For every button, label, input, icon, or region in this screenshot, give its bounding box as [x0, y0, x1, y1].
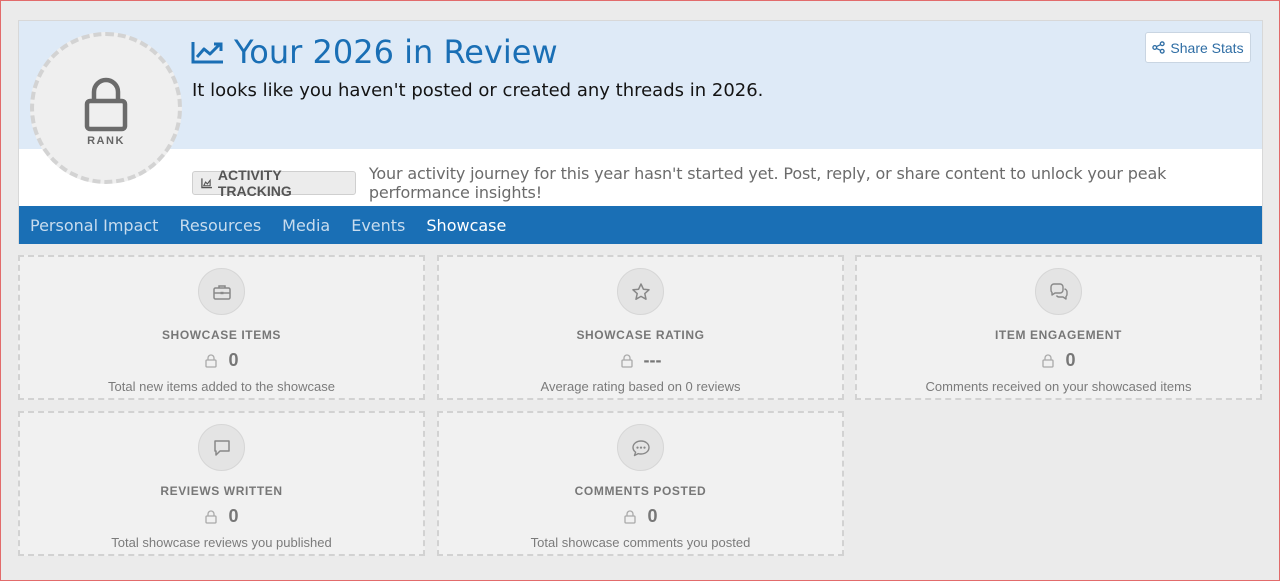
stat-card-item-engagement: ITEM ENGAGEMENT 0 Comments received on y…: [855, 255, 1262, 400]
tab-personal-impact[interactable]: Personal Impact: [30, 216, 158, 235]
lock-icon: [84, 77, 128, 132]
stat-card-reviews-written: REVIEWS WRITTEN 0 Total showcase reviews…: [18, 411, 425, 556]
activity-tracking-row: ACTIVITY TRACKING Your activity journey …: [192, 164, 1262, 202]
stat-card-showcase-rating: SHOWCASE RATING --- Average rating based…: [437, 255, 844, 400]
activity-tracking-badge: ACTIVITY TRACKING: [192, 167, 356, 199]
stat-value: 0: [647, 506, 658, 526]
stat-description: Total showcase comments you posted: [530, 535, 751, 550]
activity-tracking-label: ACTIVITY TRACKING: [217, 167, 292, 199]
stat-card-comments-posted: COMMENTS POSTED 0 Total showcase comment…: [437, 411, 844, 556]
tab-events[interactable]: Events: [351, 216, 405, 235]
stat-label: SHOWCASE RATING: [576, 328, 705, 342]
lock-icon: [205, 353, 218, 368]
share-icon: [1152, 41, 1166, 54]
stat-value-row: ---: [620, 350, 662, 371]
lock-icon: [205, 509, 218, 524]
stat-icon-circle: [198, 424, 245, 471]
review-hero: Your 2026 in Review It looks like you ha…: [19, 21, 1262, 149]
stat-icon-circle: [1035, 268, 1082, 315]
tab-resources[interactable]: Resources: [179, 216, 261, 235]
stat-card-showcase-items: SHOWCASE ITEMS 0 Total new items added t…: [18, 255, 425, 400]
stat-value: ---: [643, 350, 662, 370]
comment-dots-icon: [631, 439, 650, 456]
briefcase-icon: [212, 284, 231, 300]
page-title: Your 2026 in Review: [234, 33, 558, 71]
chart-area-icon: [201, 178, 212, 189]
lock-icon: [624, 509, 637, 524]
activity-tracking-text: Your activity journey for this year hasn…: [368, 164, 1167, 202]
lock-icon: [1042, 353, 1055, 368]
stat-label: ITEM ENGAGEMENT: [994, 328, 1122, 342]
star-icon: [631, 282, 650, 300]
comments-icon: [1049, 282, 1068, 300]
stat-value: 0: [228, 506, 239, 526]
title-row: Your 2026 in Review: [191, 33, 558, 71]
chart-line-icon: [191, 42, 223, 64]
stat-value-row: 0: [204, 506, 239, 527]
stat-value: 0: [1065, 350, 1076, 370]
stat-value: 0: [228, 350, 239, 370]
share-stats-button[interactable]: Share Stats: [1145, 32, 1251, 63]
review-panel: Your 2026 in Review It looks like you ha…: [18, 20, 1263, 244]
stat-value-row: 0: [204, 350, 239, 371]
category-tabs: Personal Impact Resources Media Events S…: [19, 206, 1262, 244]
stat-label: SHOWCASE ITEMS: [161, 328, 282, 342]
rank-badge: RANK: [30, 32, 182, 184]
page-subtitle: It looks like you haven't posted or crea…: [192, 80, 764, 101]
tab-showcase[interactable]: Showcase: [426, 216, 506, 235]
stat-description: Total new items added to the showcase: [108, 379, 335, 394]
stat-icon-circle: [617, 424, 664, 471]
stat-value-row: 0: [1041, 350, 1076, 371]
tab-media[interactable]: Media: [282, 216, 330, 235]
stat-description: Comments received on your showcased item…: [925, 379, 1192, 394]
stat-label: REVIEWS WRITTEN: [160, 484, 283, 498]
comment-icon: [213, 439, 230, 456]
stat-icon-circle: [617, 268, 664, 315]
stat-icon-circle: [198, 268, 245, 315]
rank-label: RANK: [87, 135, 125, 147]
share-stats-label: Share Stats: [1170, 39, 1244, 56]
stat-label: COMMENTS POSTED: [574, 484, 707, 498]
stat-value-row: 0: [623, 506, 658, 527]
lock-icon: [620, 353, 633, 368]
stat-description: Total showcase reviews you published: [111, 535, 332, 550]
stat-description: Average rating based on 0 reviews: [540, 379, 741, 394]
